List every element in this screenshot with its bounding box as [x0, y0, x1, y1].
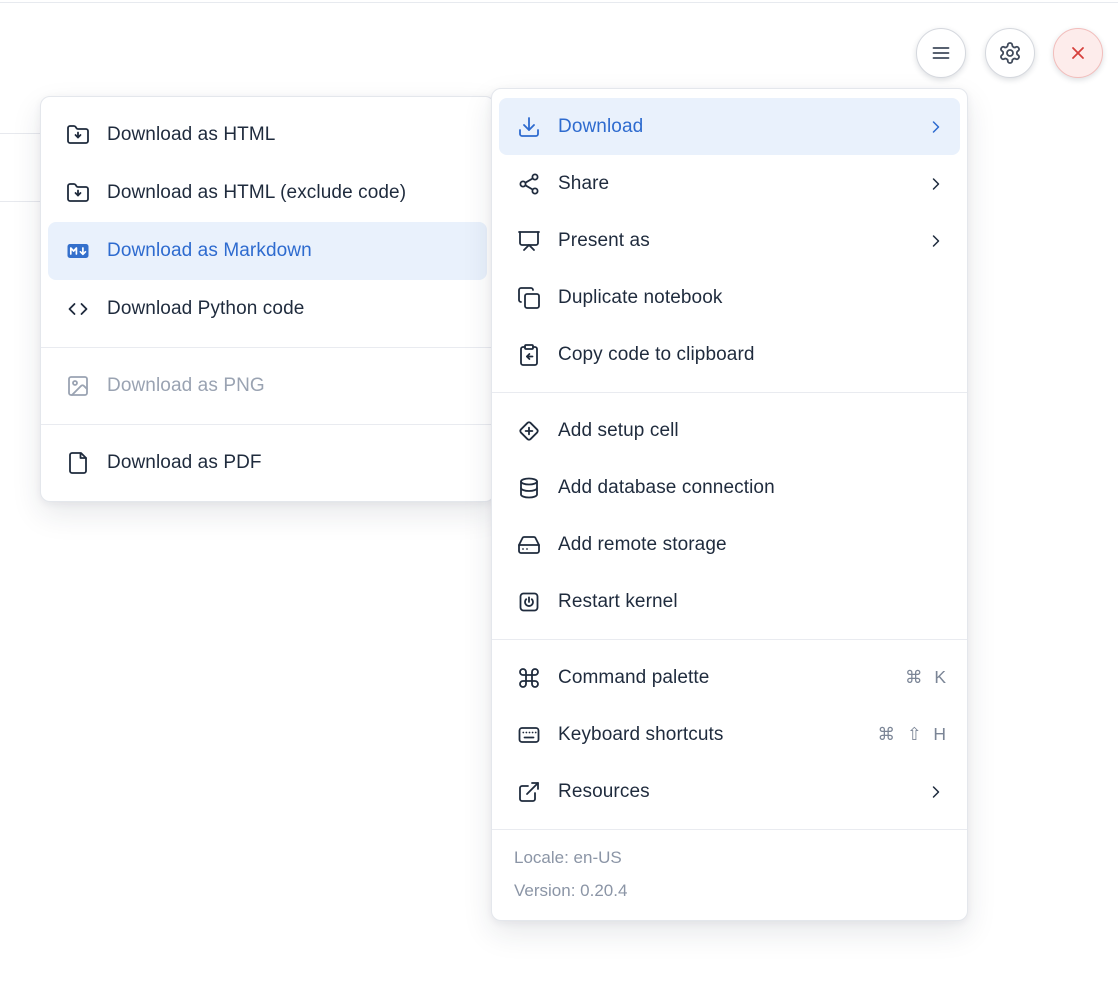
command-icon: [517, 666, 541, 690]
menu-item-label: Share: [558, 173, 609, 195]
menu-item-restart-kernel[interactable]: Restart kernel: [499, 573, 960, 630]
menu-item-resources[interactable]: Resources: [499, 763, 960, 820]
chevron-right-icon: [926, 117, 946, 137]
menu-item-download-as-pdf[interactable]: Download as PDF: [48, 434, 487, 492]
download-submenu-panel: Download as HTML Download as HTML (exclu…: [40, 96, 495, 502]
menu-item-add-database-connection[interactable]: Add database connection: [499, 459, 960, 516]
menu-item-copy-code-to-clipboard[interactable]: Copy code to clipboard: [499, 326, 960, 383]
menu-item-label: Resources: [558, 781, 650, 803]
background-cell-divider: [0, 201, 41, 202]
menu-item-label: Download as PDF: [107, 452, 262, 474]
menu-item-label: Download: [558, 116, 643, 138]
share-icon: [517, 172, 541, 196]
keyboard-icon: [517, 723, 541, 747]
gear-icon: [998, 41, 1022, 65]
presentation-icon: [517, 229, 541, 253]
menu-item-label: Copy code to clipboard: [558, 344, 755, 366]
folder-down-icon: [66, 181, 90, 205]
menu-item-label: Keyboard shortcuts: [558, 724, 724, 746]
menu-item-keyboard-shortcuts[interactable]: Keyboard shortcuts ⌘ ⇧ H: [499, 706, 960, 763]
menu-item-command-palette[interactable]: Command palette ⌘ K: [499, 649, 960, 706]
menu-item-share[interactable]: Share: [499, 155, 960, 212]
download-icon: [517, 115, 541, 139]
power-square-icon: [517, 590, 541, 614]
file-icon: [66, 451, 90, 475]
menu-item-download-as-html-exclude-code[interactable]: Download as HTML (exclude code): [48, 164, 487, 222]
menu-item-label: Add database connection: [558, 477, 775, 499]
menu-item-download-as-html[interactable]: Download as HTML: [48, 106, 487, 164]
external-link-icon: [517, 780, 541, 804]
chevron-right-icon: [926, 231, 946, 251]
close-icon: [1066, 41, 1090, 65]
shortcut-hint: ⌘ ⇧ H: [877, 724, 946, 745]
menu-item-label: Add remote storage: [558, 534, 727, 556]
version-text: Version: 0.20.4: [514, 874, 945, 907]
menu-item-label: Download as HTML (exclude code): [107, 182, 406, 204]
menu-item-label: Add setup cell: [558, 420, 679, 442]
chevron-right-icon: [926, 174, 946, 194]
close-button[interactable]: [1053, 28, 1103, 78]
menu-item-label: Present as: [558, 230, 650, 252]
menu-item-label: Download as Markdown: [107, 240, 312, 262]
menu-footer: Locale: en-US Version: 0.20.4: [492, 829, 967, 920]
menu-item-download-as-markdown[interactable]: Download as Markdown: [48, 222, 487, 280]
menu-item-label: Download as PNG: [107, 375, 265, 397]
shortcut-hint: ⌘ K: [905, 667, 946, 688]
duplicate-icon: [517, 286, 541, 310]
locale-text: Locale: en-US: [514, 841, 945, 874]
menu-item-label: Download as HTML: [107, 124, 275, 146]
menu-item-label: Duplicate notebook: [558, 287, 722, 309]
page-top-divider: [0, 2, 1118, 3]
code-icon: [66, 297, 90, 321]
notebook-menu-panel: Download Share Present as: [491, 88, 968, 921]
notebook-menu-button[interactable]: [916, 28, 966, 78]
chevron-right-icon: [926, 782, 946, 802]
background-cell-divider: [0, 133, 41, 134]
hard-drive-icon: [517, 533, 541, 557]
menu-item-label: Command palette: [558, 667, 709, 689]
menu-item-label: Restart kernel: [558, 591, 678, 613]
menu-item-add-setup-cell[interactable]: Add setup cell: [499, 402, 960, 459]
menu-item-download-as-png[interactable]: Download as PNG: [48, 357, 487, 415]
menu-item-add-remote-storage[interactable]: Add remote storage: [499, 516, 960, 573]
menu-item-duplicate-notebook[interactable]: Duplicate notebook: [499, 269, 960, 326]
settings-button[interactable]: [985, 28, 1035, 78]
markdown-icon: [66, 239, 90, 263]
clipboard-copy-icon: [517, 343, 541, 367]
folder-down-icon: [66, 123, 90, 147]
menu-item-download[interactable]: Download: [499, 98, 960, 155]
hamburger-icon: [929, 41, 953, 65]
image-icon: [66, 374, 90, 398]
menu-item-present-as[interactable]: Present as: [499, 212, 960, 269]
database-icon: [517, 476, 541, 500]
menu-item-label: Download Python code: [107, 298, 304, 320]
diamond-plus-icon: [517, 419, 541, 443]
menu-item-download-python-code[interactable]: Download Python code: [48, 280, 487, 338]
